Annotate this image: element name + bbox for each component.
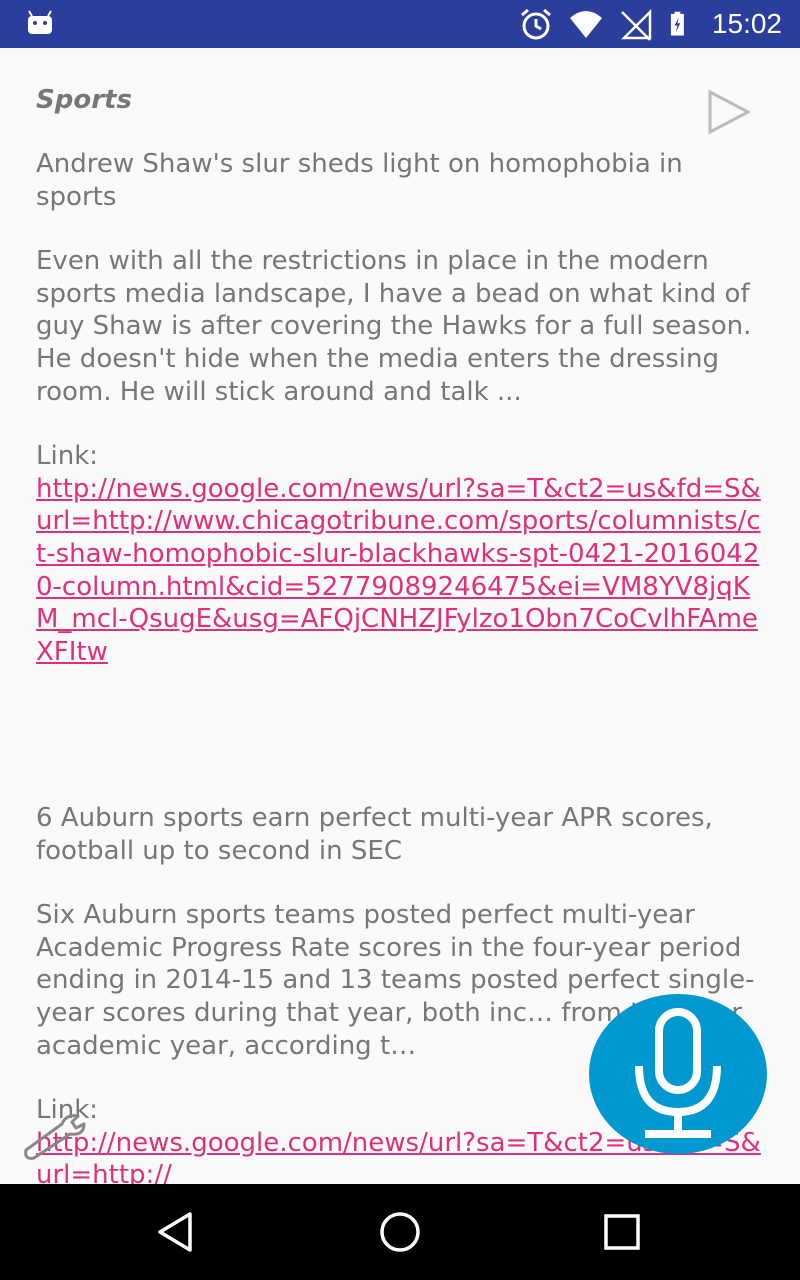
recents-icon[interactable] xyxy=(598,1208,646,1256)
article-link-label: Link: xyxy=(36,441,99,472)
status-bar: 15:02 xyxy=(0,0,800,48)
wrench-icon[interactable] xyxy=(18,1110,90,1160)
android-icon xyxy=(28,10,52,34)
microphone-button[interactable] xyxy=(589,994,767,1154)
back-icon[interactable] xyxy=(152,1208,200,1256)
article-title: Andrew Shaw's slur sheds light on homoph… xyxy=(36,149,683,212)
article-title: 6 Auburn sports earn perfect multi-year … xyxy=(36,803,713,866)
alarm-icon xyxy=(520,8,551,40)
section-title: Sports xyxy=(36,85,132,115)
article-item[interactable]: Andrew Shaw's slur sheds light on homoph… xyxy=(36,148,766,668)
no-sim-icon xyxy=(620,8,652,41)
article-link[interactable]: http://news.google.com/news/url?sa=T&ct2… xyxy=(36,473,766,669)
play-icon[interactable] xyxy=(704,88,752,136)
microphone-icon xyxy=(635,1008,721,1138)
home-icon[interactable] xyxy=(376,1208,424,1256)
navigation-bar xyxy=(0,1184,800,1280)
battery-charging-icon xyxy=(670,11,684,36)
status-time: 15:02 xyxy=(711,8,782,39)
wifi-icon xyxy=(569,11,602,38)
article-body: Even with all the restrictions in place … xyxy=(36,246,752,407)
